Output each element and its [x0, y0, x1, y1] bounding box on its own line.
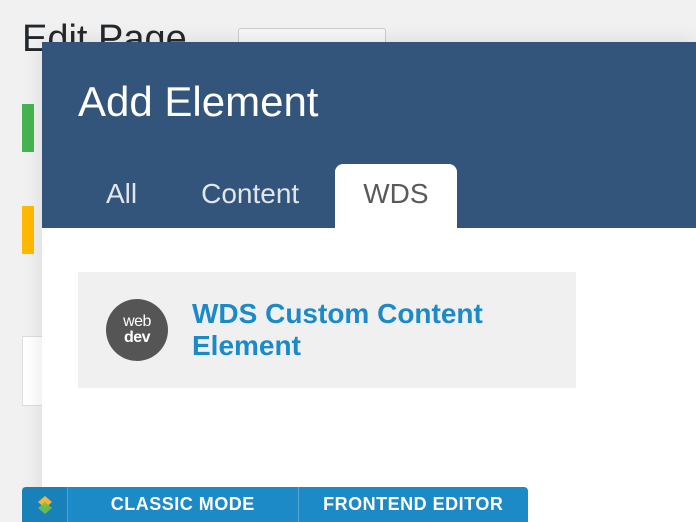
modal-title: Add Element [78, 78, 660, 126]
classic-mode-button[interactable]: CLASSIC MODE [68, 487, 299, 522]
element-wds-custom-content[interactable]: web dev WDS Custom Content Element [78, 272, 576, 388]
frontend-editor-button[interactable]: FRONTEND EDITOR [299, 487, 529, 522]
notice-warning-bar [22, 206, 34, 254]
tab-content[interactable]: Content [173, 164, 327, 228]
webdev-icon: web dev [106, 299, 168, 361]
modal-tabs: All Content WDS [78, 164, 660, 228]
modal-header: Add Element All Content WDS [42, 42, 696, 228]
add-element-modal: Add Element All Content WDS web dev WDS … [42, 42, 696, 522]
badge-line1: web [123, 314, 151, 330]
modal-body: web dev WDS Custom Content Element [42, 228, 696, 432]
tab-wds[interactable]: WDS [335, 164, 456, 228]
visual-composer-icon[interactable] [22, 487, 68, 522]
badge-line2: dev [124, 330, 150, 346]
tab-all[interactable]: All [78, 164, 165, 228]
notice-success-bar [22, 104, 34, 152]
element-name: WDS Custom Content Element [192, 298, 548, 362]
editor-mode-bar: CLASSIC MODE FRONTEND EDITOR [22, 487, 528, 522]
